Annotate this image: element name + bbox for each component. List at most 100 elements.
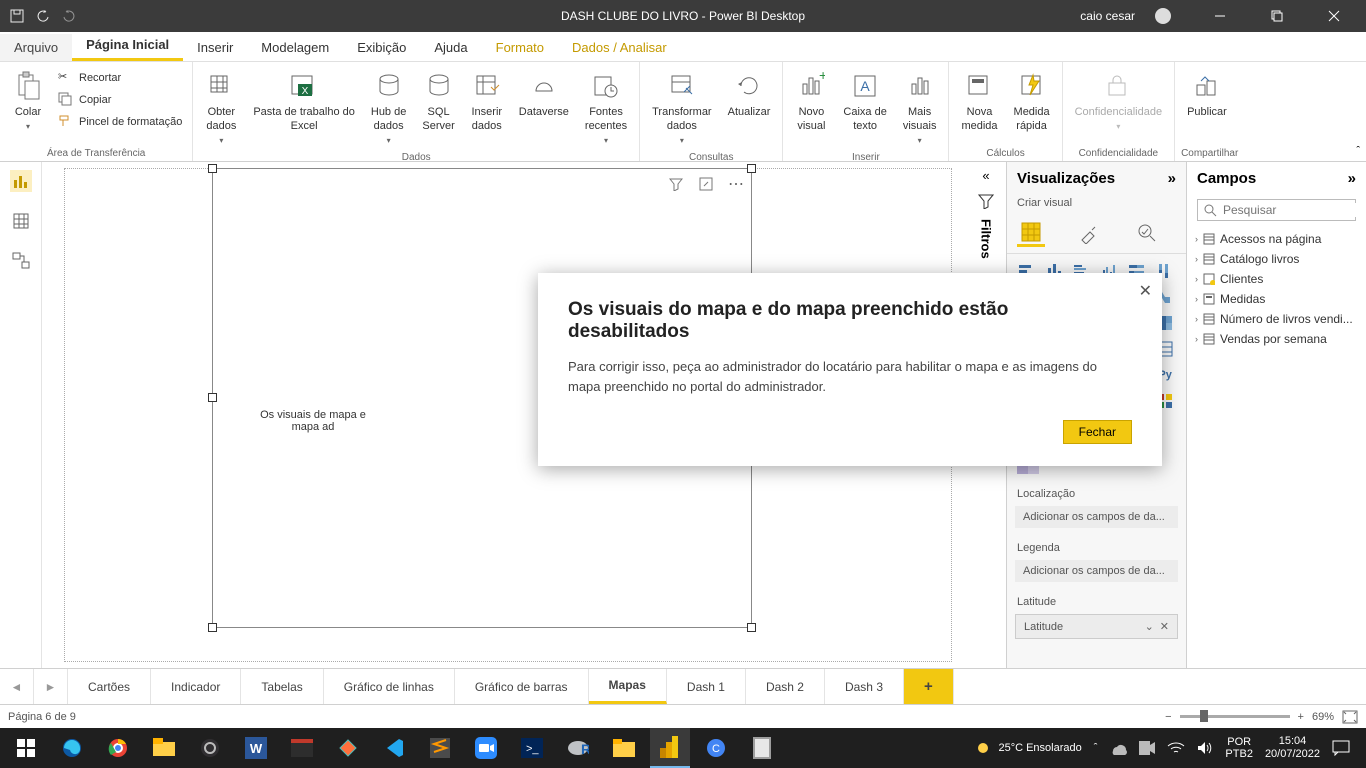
menu-pagina-inicial[interactable]: Página Inicial [72, 31, 183, 61]
app-terminal[interactable] [282, 728, 322, 768]
minimize-button[interactable] [1197, 0, 1242, 32]
resize-handle[interactable] [208, 623, 217, 632]
tab-dash1[interactable]: Dash 1 [667, 669, 746, 704]
dialog-close-icon[interactable]: ✕ [1139, 281, 1152, 301]
sql-button[interactable]: SQL Server [416, 66, 460, 138]
tab-indicador[interactable]: Indicador [151, 669, 241, 704]
tray-onedrive-icon[interactable] [1109, 741, 1127, 755]
menu-modelagem[interactable]: Modelagem [247, 34, 343, 61]
filters-pane-handle[interactable]: « Filtros [968, 168, 1004, 259]
menu-inserir[interactable]: Inserir [183, 34, 247, 61]
nova-medida-button[interactable]: Nova medida [955, 66, 1003, 138]
copiar-button[interactable]: Copiar [54, 90, 186, 110]
data-view-button[interactable] [10, 210, 32, 232]
app-edge[interactable] [52, 728, 92, 768]
save-icon[interactable] [10, 9, 24, 23]
focus-icon[interactable] [697, 175, 715, 193]
maximize-button[interactable] [1254, 0, 1299, 32]
app-explorer[interactable] [144, 728, 184, 768]
tab-dash3[interactable]: Dash 3 [825, 669, 904, 704]
tray-wifi-icon[interactable] [1167, 741, 1185, 755]
caixa-texto-button[interactable]: ACaixa de texto [837, 66, 892, 138]
fields-search[interactable] [1197, 199, 1356, 221]
table-row[interactable]: ›Acessos na página [1195, 229, 1358, 249]
format-visual-tab[interactable] [1075, 219, 1103, 247]
app-pwsh[interactable]: >_ [512, 728, 552, 768]
model-view-button[interactable] [10, 250, 32, 272]
table-row[interactable]: ›Número de livros vendi... [1195, 309, 1358, 329]
avatar[interactable] [1155, 8, 1171, 24]
app-chrome2[interactable]: C [696, 728, 736, 768]
resize-handle[interactable] [747, 623, 756, 632]
medida-rapida-button[interactable]: Medida rápida [1008, 66, 1056, 138]
dataverse-button[interactable]: Dataverse [513, 66, 575, 124]
atualizar-button[interactable]: Atualizar [722, 66, 777, 124]
app-vscode[interactable] [374, 728, 414, 768]
tray-notifications-icon[interactable] [1332, 740, 1350, 756]
app-fileexp[interactable] [604, 728, 644, 768]
well-latitude[interactable]: Latitude⌄✕ [1015, 614, 1178, 639]
zoom-slider[interactable] [1180, 715, 1290, 718]
tab-grafico-linhas[interactable]: Gráfico de linhas [324, 669, 455, 704]
zoom-in[interactable]: + [1298, 711, 1304, 723]
remove-field-icon[interactable]: ✕ [1160, 620, 1169, 633]
novo-visual-button[interactable]: +Novo visual [789, 66, 833, 138]
app-zoom[interactable] [466, 728, 506, 768]
table-row[interactable]: ›Catálogo livros [1195, 249, 1358, 269]
menu-exibicao[interactable]: Exibição [343, 34, 420, 61]
resize-handle[interactable] [208, 393, 217, 402]
tab-grafico-barras[interactable]: Gráfico de barras [455, 669, 589, 704]
app-notes[interactable] [742, 728, 782, 768]
colar-button[interactable]: Colar▾ [6, 66, 50, 136]
menu-dados-analisar[interactable]: Dados / Analisar [558, 34, 681, 61]
well-legenda[interactable]: Adicionar os campos de da... [1015, 560, 1178, 582]
table-row[interactable]: ›Clientes [1195, 269, 1358, 289]
analytics-tab[interactable] [1133, 219, 1161, 247]
menu-ajuda[interactable]: Ajuda [420, 34, 481, 61]
fields-search-input[interactable] [1223, 203, 1366, 217]
tabs-prev[interactable]: ◄ [0, 669, 34, 704]
tab-dash2[interactable]: Dash 2 [746, 669, 825, 704]
selected-visual[interactable]: ⋯ Os visuais de mapa e mapa ad ✕ Os visu… [212, 168, 752, 628]
inserir-dados-button[interactable]: Inserir dados [465, 66, 509, 138]
tray-volume-icon[interactable] [1197, 741, 1213, 755]
fontes-recentes-button[interactable]: Fontes recentes▾ [579, 66, 633, 150]
mais-visuais-button[interactable]: Mais visuais▾ [897, 66, 943, 150]
tab-tabelas[interactable]: Tabelas [241, 669, 323, 704]
excel-button[interactable]: XPasta de trabalho do Excel [247, 66, 361, 138]
menu-arquivo[interactable]: Arquivo [0, 34, 72, 61]
app-r[interactable]: R [558, 728, 598, 768]
report-view-button[interactable] [10, 170, 32, 192]
app-sublime[interactable] [420, 728, 460, 768]
redo-icon[interactable] [62, 9, 76, 23]
resize-handle[interactable] [208, 164, 217, 173]
pincel-button[interactable]: Pincel de formatação [54, 112, 186, 132]
resize-handle[interactable] [747, 164, 756, 173]
tab-cartoes[interactable]: Cartões [68, 669, 151, 704]
table-row[interactable]: ›Vendas por semana [1195, 329, 1358, 349]
well-localizacao[interactable]: Adicionar os campos de da... [1015, 506, 1178, 528]
collapse-ribbon-icon[interactable]: ˆ [1356, 145, 1360, 157]
collapse-icon[interactable]: » [1348, 170, 1356, 187]
app-obs[interactable] [190, 728, 230, 768]
user-name[interactable]: caio cesar [1080, 9, 1135, 23]
recortar-button[interactable]: ✂Recortar [54, 68, 186, 88]
tray-clock[interactable]: 15:0420/07/2022 [1265, 735, 1320, 761]
publicar-button[interactable]: Publicar [1181, 66, 1233, 124]
dialog-close-button[interactable]: Fechar [1063, 420, 1132, 444]
app-chrome[interactable] [98, 728, 138, 768]
start-button[interactable] [6, 728, 46, 768]
close-button[interactable] [1311, 0, 1356, 32]
app-word[interactable]: W [236, 728, 276, 768]
obter-dados-button[interactable]: Obter dados▾ [199, 66, 243, 150]
tray-meet-icon[interactable] [1139, 741, 1155, 755]
build-visual-tab[interactable] [1017, 219, 1045, 247]
weather-widget[interactable]: 25°C Ensolarado [974, 739, 1081, 757]
collapse-icon[interactable]: » [1168, 170, 1176, 187]
chevron-down-icon[interactable]: ⌄ [1145, 620, 1154, 633]
app-powerbi[interactable] [650, 728, 690, 768]
undo-icon[interactable] [36, 9, 50, 23]
more-options-icon[interactable]: ⋯ [727, 175, 745, 193]
tray-keyboard[interactable]: PORPTB2 [1225, 736, 1253, 760]
tray-chevron-icon[interactable]: ˆ [1094, 742, 1098, 754]
